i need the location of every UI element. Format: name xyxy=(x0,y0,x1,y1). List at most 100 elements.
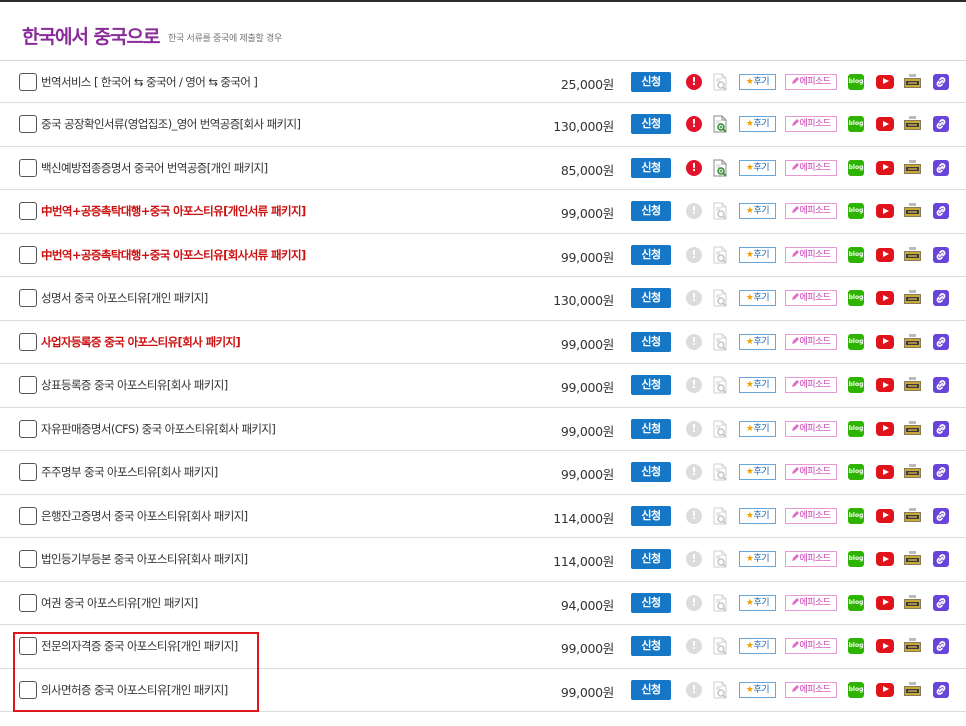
select-checkbox[interactable] xyxy=(19,72,37,91)
blog-icon[interactable]: blog xyxy=(848,551,864,568)
link-icon[interactable] xyxy=(933,377,949,394)
link-icon[interactable] xyxy=(933,203,949,220)
link-icon[interactable] xyxy=(933,464,949,481)
alert-icon[interactable]: ! xyxy=(686,638,702,655)
youtube-icon[interactable] xyxy=(876,378,894,393)
news-icon[interactable] xyxy=(904,551,921,567)
alert-icon[interactable]: ! xyxy=(686,246,702,263)
link-icon[interactable] xyxy=(933,507,949,524)
alert-icon[interactable]: ! xyxy=(686,203,702,220)
episode-button[interactable]: 에피소드 xyxy=(785,551,837,568)
blog-icon[interactable]: blog xyxy=(848,246,864,263)
select-checkbox[interactable] xyxy=(19,506,37,525)
document-preview-icon[interactable] xyxy=(712,681,728,699)
review-button[interactable]: ★후기 xyxy=(739,507,776,524)
blog-icon[interactable]: blog xyxy=(848,333,864,350)
document-preview-icon[interactable] xyxy=(712,159,728,177)
review-button[interactable]: ★후기 xyxy=(739,246,776,263)
alert-icon[interactable]: ! xyxy=(686,73,702,90)
link-icon[interactable] xyxy=(933,551,949,568)
apply-button[interactable]: 신청 xyxy=(631,636,671,657)
review-button[interactable]: ★후기 xyxy=(739,638,776,655)
youtube-icon[interactable] xyxy=(876,682,894,697)
news-icon[interactable] xyxy=(904,377,921,393)
blog-icon[interactable]: blog xyxy=(848,507,864,524)
review-button[interactable]: ★후기 xyxy=(739,681,776,698)
news-icon[interactable] xyxy=(904,333,921,350)
document-preview-icon[interactable] xyxy=(712,637,728,655)
apply-button[interactable]: 신청 xyxy=(631,679,671,700)
link-icon[interactable] xyxy=(933,333,949,350)
document-preview-icon[interactable] xyxy=(712,507,728,525)
select-checkbox[interactable] xyxy=(19,158,37,177)
episode-button[interactable]: 에피소드 xyxy=(785,638,837,655)
youtube-icon[interactable] xyxy=(876,508,894,523)
select-checkbox[interactable] xyxy=(19,463,37,482)
apply-button[interactable]: 신청 xyxy=(631,505,671,526)
news-icon[interactable] xyxy=(904,159,921,176)
episode-button[interactable]: 에피소드 xyxy=(785,377,837,394)
news-icon[interactable] xyxy=(904,638,921,654)
youtube-icon[interactable] xyxy=(876,595,894,610)
document-preview-icon[interactable] xyxy=(712,246,728,264)
review-button[interactable]: ★후기 xyxy=(739,116,776,133)
episode-button[interactable]: 에피소드 xyxy=(785,116,837,133)
youtube-icon[interactable] xyxy=(876,465,894,480)
news-icon[interactable] xyxy=(904,290,921,306)
document-preview-icon[interactable] xyxy=(712,333,728,351)
document-preview-icon[interactable] xyxy=(712,550,728,568)
review-button[interactable]: ★후기 xyxy=(739,594,776,611)
blog-icon[interactable]: blog xyxy=(848,420,864,437)
apply-button[interactable]: 신청 xyxy=(631,418,671,439)
link-icon[interactable] xyxy=(933,73,949,90)
episode-button[interactable]: 에피소드 xyxy=(785,333,837,350)
review-button[interactable]: ★후기 xyxy=(739,159,776,176)
blog-icon[interactable]: blog xyxy=(848,594,864,611)
news-icon[interactable] xyxy=(904,681,921,698)
youtube-icon[interactable] xyxy=(876,204,894,219)
review-button[interactable]: ★후기 xyxy=(739,290,776,307)
episode-button[interactable]: 에피소드 xyxy=(785,507,837,524)
news-icon[interactable] xyxy=(904,464,921,480)
episode-button[interactable]: 에피소드 xyxy=(785,159,837,176)
blog-icon[interactable]: blog xyxy=(848,464,864,481)
episode-button[interactable]: 에피소드 xyxy=(785,464,837,481)
select-checkbox[interactable] xyxy=(19,202,37,221)
news-icon[interactable] xyxy=(904,116,921,132)
youtube-icon[interactable] xyxy=(876,117,894,132)
blog-icon[interactable]: blog xyxy=(848,681,864,698)
select-checkbox[interactable] xyxy=(19,115,37,134)
youtube-icon[interactable] xyxy=(876,639,894,654)
alert-icon[interactable]: ! xyxy=(686,551,702,568)
select-checkbox[interactable] xyxy=(19,593,37,612)
news-icon[interactable] xyxy=(904,203,921,219)
link-icon[interactable] xyxy=(933,159,949,176)
youtube-icon[interactable] xyxy=(876,74,894,89)
document-preview-icon[interactable] xyxy=(712,289,728,307)
youtube-icon[interactable] xyxy=(876,160,894,175)
select-checkbox[interactable] xyxy=(19,332,37,351)
episode-button[interactable]: 에피소드 xyxy=(785,246,837,263)
link-icon[interactable] xyxy=(933,638,949,655)
alert-icon[interactable]: ! xyxy=(686,377,702,394)
alert-icon[interactable]: ! xyxy=(686,594,702,611)
blog-icon[interactable]: blog xyxy=(848,116,864,133)
apply-button[interactable]: 신청 xyxy=(631,71,671,92)
select-checkbox[interactable] xyxy=(19,289,37,308)
apply-button[interactable]: 신청 xyxy=(631,592,671,613)
youtube-icon[interactable] xyxy=(876,421,894,436)
youtube-icon[interactable] xyxy=(876,552,894,567)
select-checkbox[interactable] xyxy=(19,376,37,395)
select-checkbox[interactable] xyxy=(19,419,37,438)
alert-icon[interactable]: ! xyxy=(686,333,702,350)
alert-icon[interactable]: ! xyxy=(686,507,702,524)
select-checkbox[interactable] xyxy=(19,245,37,264)
alert-icon[interactable]: ! xyxy=(686,290,702,307)
review-button[interactable]: ★후기 xyxy=(739,420,776,437)
apply-button[interactable]: 신청 xyxy=(631,549,671,570)
review-button[interactable]: ★후기 xyxy=(739,464,776,481)
link-icon[interactable] xyxy=(933,681,949,698)
episode-button[interactable]: 에피소드 xyxy=(785,203,837,220)
apply-button[interactable]: 신청 xyxy=(631,462,671,483)
document-preview-icon[interactable] xyxy=(712,115,728,133)
